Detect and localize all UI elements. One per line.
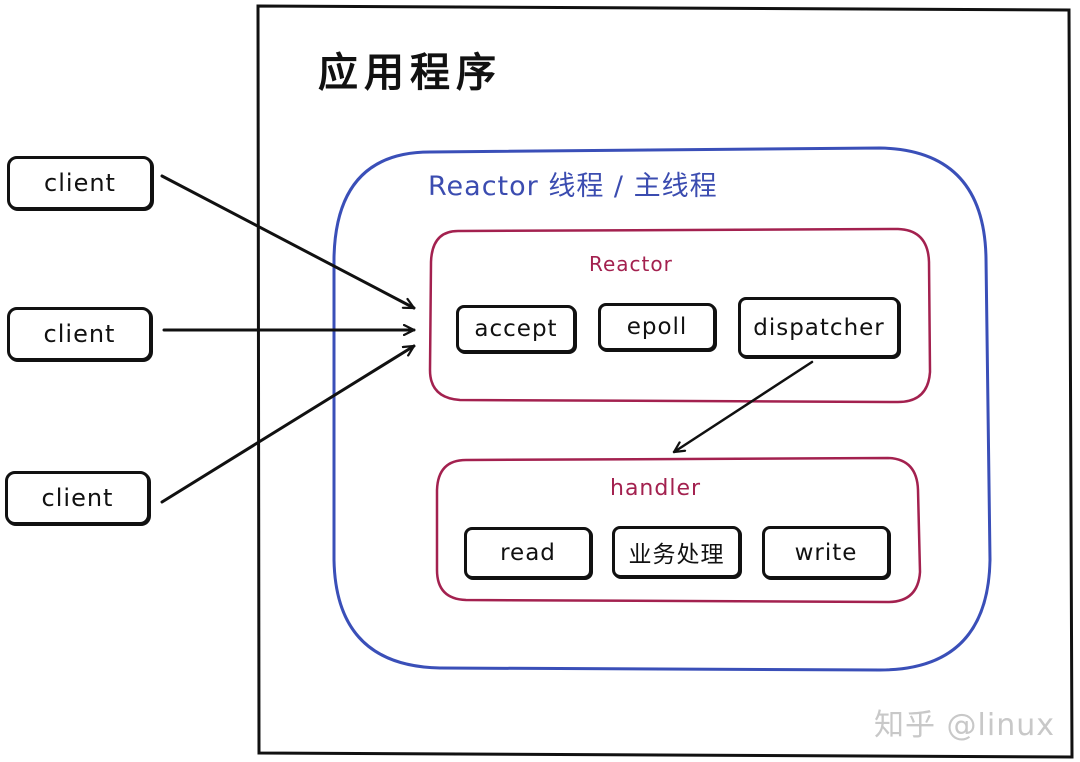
dispatcher-module: dispatcher xyxy=(738,297,900,358)
accept-label: accept xyxy=(474,316,558,342)
write-module: write xyxy=(762,526,890,579)
business-logic-module: 业务处理 xyxy=(612,526,741,578)
client-box-1: client xyxy=(7,156,153,210)
application-frame xyxy=(256,4,1074,759)
client-label: client xyxy=(43,320,116,348)
client-label: client xyxy=(41,484,114,512)
client-box-3: client xyxy=(5,471,150,525)
client-box-2: client xyxy=(7,307,152,361)
handler-group-title: handler xyxy=(610,476,702,501)
accept-module: accept xyxy=(456,305,576,353)
reactor-thread-title: Reactor 线程 / 主线程 xyxy=(428,171,718,202)
arrow-dispatcher-to-handler xyxy=(672,360,814,454)
epoll-label: epoll xyxy=(626,314,688,340)
application-title: 应用程序 xyxy=(318,50,502,96)
arrow-client3-to-reactor xyxy=(160,344,416,504)
write-label: write xyxy=(794,539,858,566)
reactor-architecture-diagram: 应用程序 Reactor 线程 / 主线程 Reactor handler cl… xyxy=(0,0,1080,762)
reactor-thread-container xyxy=(332,146,992,672)
read-module: read xyxy=(464,527,592,579)
dispatcher-label: dispatcher xyxy=(753,314,885,341)
diagram-shapes xyxy=(160,4,1074,759)
business-logic-label: 业务处理 xyxy=(628,542,725,568)
epoll-module: epoll xyxy=(598,303,716,351)
client-label: client xyxy=(44,169,116,197)
arrow-client1-to-reactor xyxy=(160,174,416,310)
watermark-text: 知乎 @linux xyxy=(874,708,1055,743)
read-label: read xyxy=(500,540,556,566)
reactor-group-title: Reactor xyxy=(589,252,673,276)
